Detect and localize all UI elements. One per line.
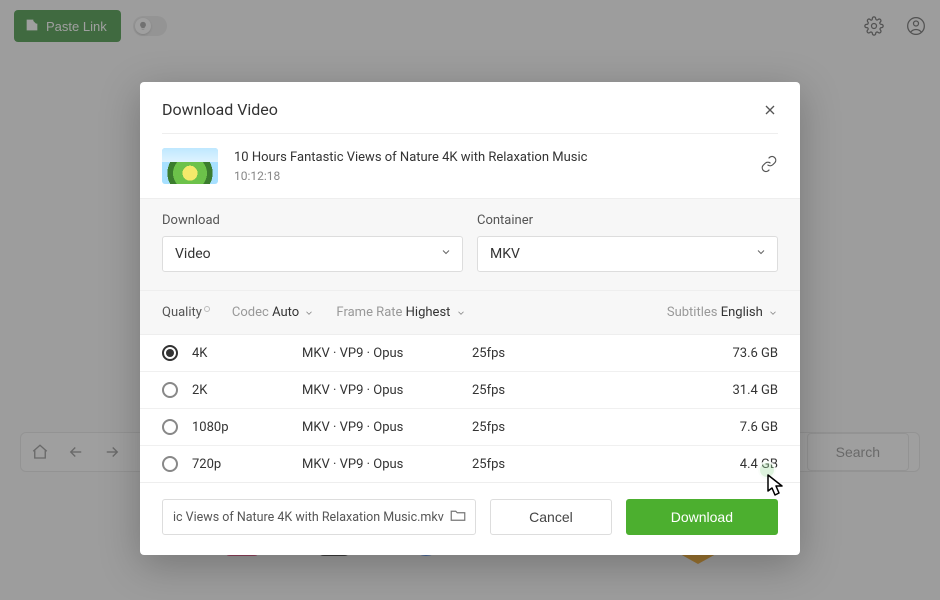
option-resolution: 2K: [192, 383, 302, 398]
video-thumbnail: [162, 148, 218, 184]
info-icon[interactable]: [204, 306, 210, 312]
option-format: MKV · VP9 · Opus: [302, 346, 472, 361]
download-type-select[interactable]: Video: [162, 236, 463, 272]
download-modal: Download Video 10 Hours Fantastic Views …: [140, 82, 800, 555]
chevron-down-icon: [454, 305, 466, 320]
chevron-down-icon: [302, 305, 314, 320]
filename-text: ic Views of Nature 4K with Relaxation Mu…: [173, 510, 444, 525]
radio-icon: [162, 382, 178, 398]
option-fps: 25fps: [472, 420, 562, 435]
filename-field[interactable]: ic Views of Nature 4K with Relaxation Mu…: [162, 499, 476, 535]
framerate-dropdown[interactable]: Frame Rate Highest: [336, 305, 465, 320]
option-format: MKV · VP9 · Opus: [302, 420, 472, 435]
video-duration: 10:12:18: [234, 169, 587, 183]
quality-label: Quality: [162, 305, 210, 320]
download-button[interactable]: Download: [626, 499, 778, 535]
chevron-down-icon: [755, 246, 767, 262]
option-size: 7.6 GB: [740, 420, 778, 435]
cancel-button[interactable]: Cancel: [490, 499, 612, 535]
option-size: 73.6 GB: [732, 346, 778, 361]
chevron-down-icon: [766, 305, 778, 320]
download-type-label: Download: [162, 213, 463, 228]
container-value: MKV: [490, 246, 520, 262]
option-fps: 25fps: [472, 346, 562, 361]
quality-option[interactable]: 1080pMKV · VP9 · Opus25fps 7.6 GB: [140, 409, 800, 446]
option-resolution: 4K: [192, 346, 302, 361]
option-format: MKV · VP9 · Opus: [302, 383, 472, 398]
option-format: MKV · VP9 · Opus: [302, 457, 472, 472]
download-type-value: Video: [175, 246, 211, 262]
container-label: Container: [477, 213, 778, 228]
format-selects: Download Video Container MKV: [140, 198, 800, 291]
quality-option[interactable]: 720pMKV · VP9 · Opus25fps 4.4 GB: [140, 446, 800, 482]
option-fps: 25fps: [472, 457, 562, 472]
option-resolution: 720p: [192, 457, 302, 472]
modal-footer: ic Views of Nature 4K with Relaxation Mu…: [140, 482, 800, 555]
video-title: 10 Hours Fantastic Views of Nature 4K wi…: [234, 150, 587, 165]
option-size: 31.4 GB: [732, 383, 778, 398]
option-size: 4.4 GB: [740, 457, 778, 472]
subtitles-dropdown[interactable]: Subtitles English: [667, 305, 778, 320]
codec-dropdown[interactable]: Codec Auto: [232, 305, 315, 320]
radio-icon: [162, 456, 178, 472]
quality-options: 4KMKV · VP9 · Opus25fps73.6 GB2KMKV · VP…: [140, 335, 800, 482]
video-info-row: 10 Hours Fantastic Views of Nature 4K wi…: [140, 134, 800, 198]
container-select[interactable]: MKV: [477, 236, 778, 272]
close-icon[interactable]: [762, 102, 778, 118]
folder-icon[interactable]: [449, 506, 467, 528]
copy-link-icon[interactable]: [760, 155, 778, 177]
modal-title: Download Video: [162, 100, 278, 119]
filter-row: Quality Codec Auto Frame Rate Highest Su…: [140, 291, 800, 335]
option-fps: 25fps: [472, 383, 562, 398]
option-resolution: 1080p: [192, 420, 302, 435]
chevron-down-icon: [440, 246, 452, 262]
modal-overlay: Download Video 10 Hours Fantastic Views …: [0, 0, 940, 600]
quality-option[interactable]: 2KMKV · VP9 · Opus25fps 31.4 GB: [140, 372, 800, 409]
quality-option[interactable]: 4KMKV · VP9 · Opus25fps 73.6 GB: [140, 335, 800, 372]
radio-icon: [162, 345, 178, 361]
radio-icon: [162, 419, 178, 435]
